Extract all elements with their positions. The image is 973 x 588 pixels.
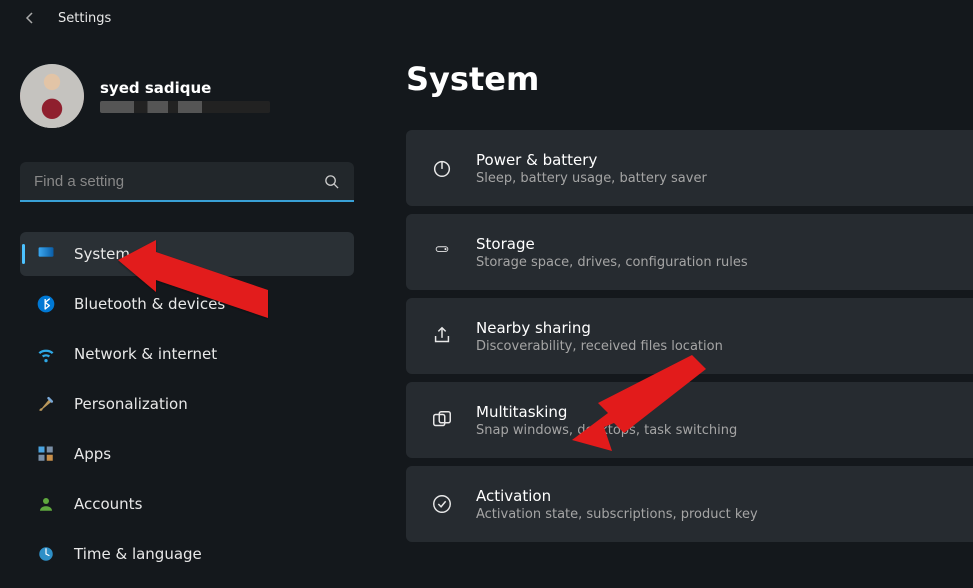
card-activation[interactable]: Activation Activation state, subscriptio…	[406, 466, 973, 542]
card-multitasking[interactable]: Multitasking Snap windows, desktops, tas…	[406, 382, 973, 458]
profile-name: syed sadique	[100, 79, 270, 97]
globe-clock-icon	[36, 544, 56, 564]
app-title: Settings	[58, 11, 111, 26]
sidebar-item-label: Time & language	[74, 545, 202, 563]
search-field[interactable]	[20, 162, 354, 202]
page-title: System	[406, 60, 973, 98]
sidebar-item-label: Personalization	[74, 395, 188, 413]
card-desc: Snap windows, desktops, task switching	[476, 423, 737, 438]
sidebar-item-time[interactable]: Time & language	[20, 532, 354, 576]
share-icon	[430, 324, 454, 348]
checkmark-circle-icon	[430, 492, 454, 516]
card-title: Multitasking	[476, 403, 737, 421]
card-title: Nearby sharing	[476, 319, 723, 337]
search-input[interactable]	[20, 162, 354, 202]
storage-icon	[430, 240, 454, 264]
profile-block[interactable]: syed sadique	[20, 64, 354, 128]
power-icon	[430, 156, 454, 180]
bluetooth-icon	[36, 294, 56, 314]
sidebar-item-network[interactable]: Network & internet	[20, 332, 354, 376]
card-title: Power & battery	[476, 151, 707, 169]
search-icon	[324, 174, 340, 190]
sidebar-item-label: System	[74, 245, 130, 263]
card-power-battery[interactable]: Power & battery Sleep, battery usage, ba…	[406, 130, 973, 206]
multitasking-icon	[430, 408, 454, 432]
card-nearby-sharing[interactable]: Nearby sharing Discoverability, received…	[406, 298, 973, 374]
card-desc: Discoverability, received files location	[476, 339, 723, 354]
sidebar-item-accounts[interactable]: Accounts	[20, 482, 354, 526]
avatar	[20, 64, 84, 128]
card-desc: Activation state, subscriptions, product…	[476, 507, 758, 522]
sidebar-item-apps[interactable]: Apps	[20, 432, 354, 476]
main-content: System Power & battery Sleep, battery us…	[370, 32, 973, 584]
sidebar-item-bluetooth[interactable]: Bluetooth & devices	[20, 282, 354, 326]
card-desc: Storage space, drives, configuration rul…	[476, 255, 748, 270]
profile-email-redacted	[100, 101, 270, 113]
sidebar-item-personalization[interactable]: Personalization	[20, 382, 354, 426]
person-icon	[36, 494, 56, 514]
card-storage[interactable]: Storage Storage space, drives, configura…	[406, 214, 973, 290]
sidebar-item-label: Network & internet	[74, 345, 217, 363]
nav-list: System Bluetooth & devices Network & int…	[20, 232, 354, 576]
apps-icon	[36, 444, 56, 464]
sidebar: syed sadique System	[0, 32, 370, 584]
card-desc: Sleep, battery usage, battery saver	[476, 171, 707, 186]
display-icon	[36, 244, 56, 264]
card-title: Activation	[476, 487, 758, 505]
sidebar-item-label: Apps	[74, 445, 111, 463]
card-title: Storage	[476, 235, 748, 253]
wifi-icon	[36, 344, 56, 364]
paintbrush-icon	[36, 394, 56, 414]
settings-card-list: Power & battery Sleep, battery usage, ba…	[406, 130, 973, 542]
sidebar-item-system[interactable]: System	[20, 232, 354, 276]
sidebar-item-label: Accounts	[74, 495, 142, 513]
sidebar-item-label: Bluetooth & devices	[74, 295, 225, 313]
back-icon[interactable]	[22, 10, 38, 26]
